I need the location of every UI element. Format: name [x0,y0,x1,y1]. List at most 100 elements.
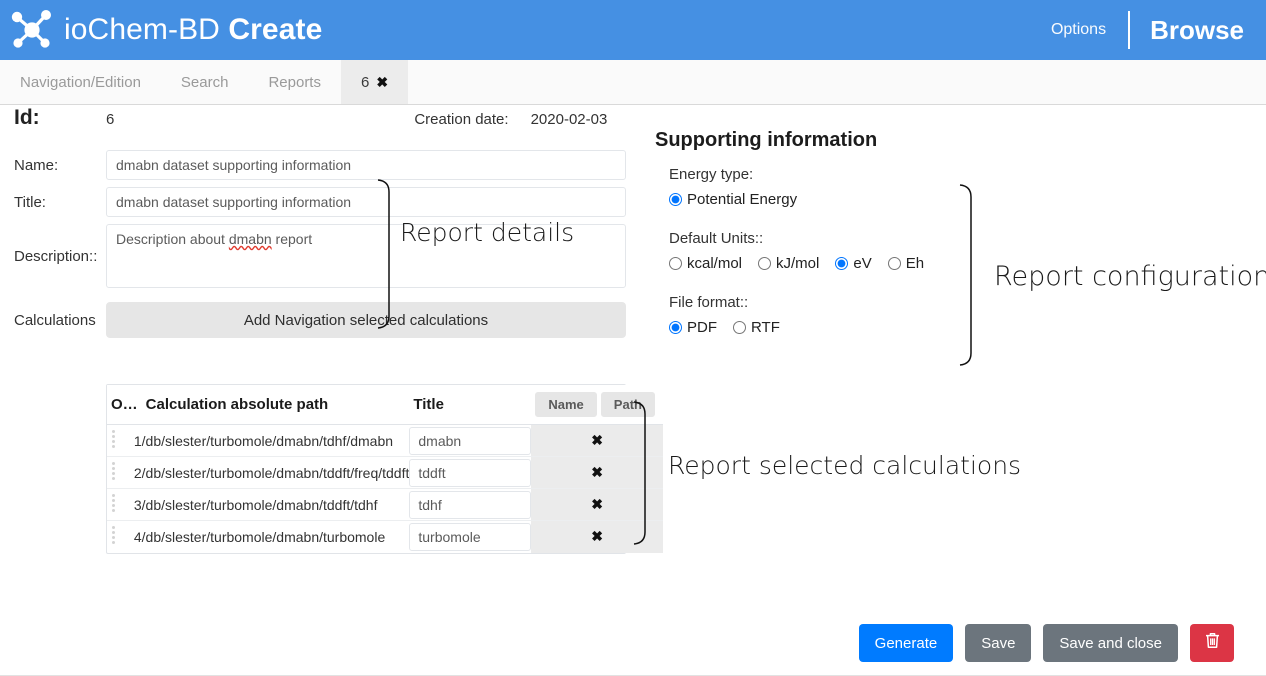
row-path: /db/slester/turbomole/dmabn/tddft/tdhf [141,488,410,521]
title-row: Title: [0,187,640,217]
brand-title-light: ioChem-BD [64,13,220,46]
description-text-post: report [271,231,313,247]
tab-navigation-edition[interactable]: Navigation/Edition [0,60,161,104]
drag-handle-icon[interactable] [107,521,121,553]
calculations-row: Calculations Add Navigation selected cal… [0,302,640,338]
drag-handle-icon[interactable] [107,456,121,489]
tab-search[interactable]: Search [161,60,249,104]
row-title-input[interactable] [409,490,532,519]
close-icon[interactable]: ✖ [591,464,603,480]
row-order: 4 [133,528,142,545]
calculations-label: Calculations [14,311,96,329]
footer-actions: Generate Save Save and close [0,610,1266,676]
close-icon[interactable]: ✖ [376,74,388,91]
radio-input-potential-energy[interactable] [669,193,682,206]
annotation-report-configuration: Report configuration [994,261,1266,292]
radio-kcal-mol[interactable]: kcal/mol [669,255,742,272]
table-header-row: O… Calculation absolute path Title Name P… [107,385,663,425]
save-and-close-button[interactable]: Save and close [1043,624,1178,662]
app-header: ioChem-BD Create Options Browse [0,0,1266,60]
radio-potential-energy[interactable]: Potential Energy [669,191,797,208]
radio-input-eh[interactable] [887,257,901,270]
browse-link[interactable]: Browse [1150,15,1250,46]
row-path: /db/slester/turbomole/dmabn/tdhf/dmabn [141,424,410,457]
table-row: 2 /db/slester/turbomole/dmabn/tddft/freq… [107,456,663,489]
radio-rtf[interactable]: RTF [733,319,780,336]
radio-input-rtf[interactable] [733,321,746,334]
row-title-cell [409,488,532,521]
creation-date-value: 2020-02-03 [530,111,608,128]
brand-title-bold: Create [228,13,323,46]
radio-label: kcal/mol [687,255,743,272]
add-navigation-selected-calculations-button[interactable]: Add Navigation selected calculations [106,302,626,338]
radio-input-kj-mol[interactable] [758,257,772,270]
row-path: /db/slester/turbomole/dmabn/turbomole [141,528,386,545]
energy-type-label: Energy type: [669,166,754,183]
row-order: 3 [120,488,142,521]
name-row: Name: [0,150,640,180]
table-row: 1 /db/slester/turbomole/dmabn/tdhf/dmabn… [107,424,663,457]
description-text-pre: Description about [116,231,229,247]
column-header-title: Title [409,385,532,425]
id-value: 6 [106,111,115,128]
radio-label: Potential Energy [687,191,798,208]
radio-label: Eh [905,255,925,272]
column-header-path: Calculation absolute path [141,385,410,425]
app-root: ioChem-BD Create Options Browse Navigati… [0,0,1266,676]
save-button[interactable]: Save [965,624,1032,662]
generate-button[interactable]: Generate [858,624,954,662]
radio-label: PDF [687,319,717,336]
brand[interactable]: ioChem-BD Create [10,9,322,51]
radio-input-pdf[interactable] [669,321,682,334]
radio-eh[interactable]: Eh [887,255,925,272]
row-order: 1 [120,424,142,457]
description-label: Description:: [14,247,98,265]
description-spellcheck-word: dmabn [228,231,272,247]
header-right: Options Browse [1051,0,1250,60]
table-row: 3 /db/slester/turbomole/dmabn/tddft/tdhf… [107,488,663,521]
drag-handle-icon[interactable] [107,424,121,457]
row-order: 2 [120,456,142,489]
delete-button[interactable] [1190,624,1234,662]
brace-report-details [377,179,390,329]
title-input[interactable] [106,187,626,217]
radio-ev[interactable]: eV [835,255,872,272]
radio-label: RTF [751,319,780,336]
row-path: /db/slester/turbomole/dmabn/tddft/freq/t… [141,456,410,489]
tab-report-6[interactable]: 6 ✖ [340,60,409,104]
radio-kj-mol[interactable]: kJ/mol [758,255,819,272]
brace-report-configuration [959,184,972,366]
tab-label: Reports [268,73,321,91]
row-title-cell [409,456,532,489]
close-icon[interactable]: ✖ [591,528,603,544]
table-row: 4 /db/slester/turbomole/dmabn/turbomole … [107,520,663,553]
row-title-cell [409,424,532,457]
row-title-input[interactable] [409,522,532,551]
close-icon[interactable]: ✖ [591,432,603,448]
tab-label: 6 [360,73,370,91]
drag-handle-icon[interactable] [107,488,121,521]
radio-label: kJ/mol [776,255,820,272]
radio-pdf[interactable]: PDF [669,319,717,336]
annotation-report-details: Report details [400,218,575,247]
supporting-information-section: Supporting information Energy type: Pote… [655,106,1255,358]
options-link[interactable]: Options [1051,21,1128,39]
close-icon[interactable]: ✖ [591,496,603,512]
tab-label: Search [180,73,229,91]
brace-report-selected-calculations [633,401,646,545]
name-input[interactable] [106,150,626,180]
trash-icon [1205,633,1220,653]
row-title-input[interactable] [409,426,532,455]
tab-label: Navigation/Edition [20,73,141,91]
row-title-input[interactable] [409,458,532,487]
name-toggle-button[interactable]: Name [535,392,597,417]
brand-title: ioChem-BD Create [64,13,322,47]
tab-reports[interactable]: Reports [248,60,341,104]
radio-input-kcal-mol[interactable] [669,257,682,270]
calculations-table: O… Calculation absolute path Title Name P… [106,384,663,554]
header-divider [1128,11,1131,49]
radio-label: eV [853,255,872,272]
table-body: 1 /db/slester/turbomole/dmabn/tdhf/dmabn… [107,424,663,553]
id-label: Id: [14,106,40,129]
radio-input-ev[interactable] [835,257,849,270]
